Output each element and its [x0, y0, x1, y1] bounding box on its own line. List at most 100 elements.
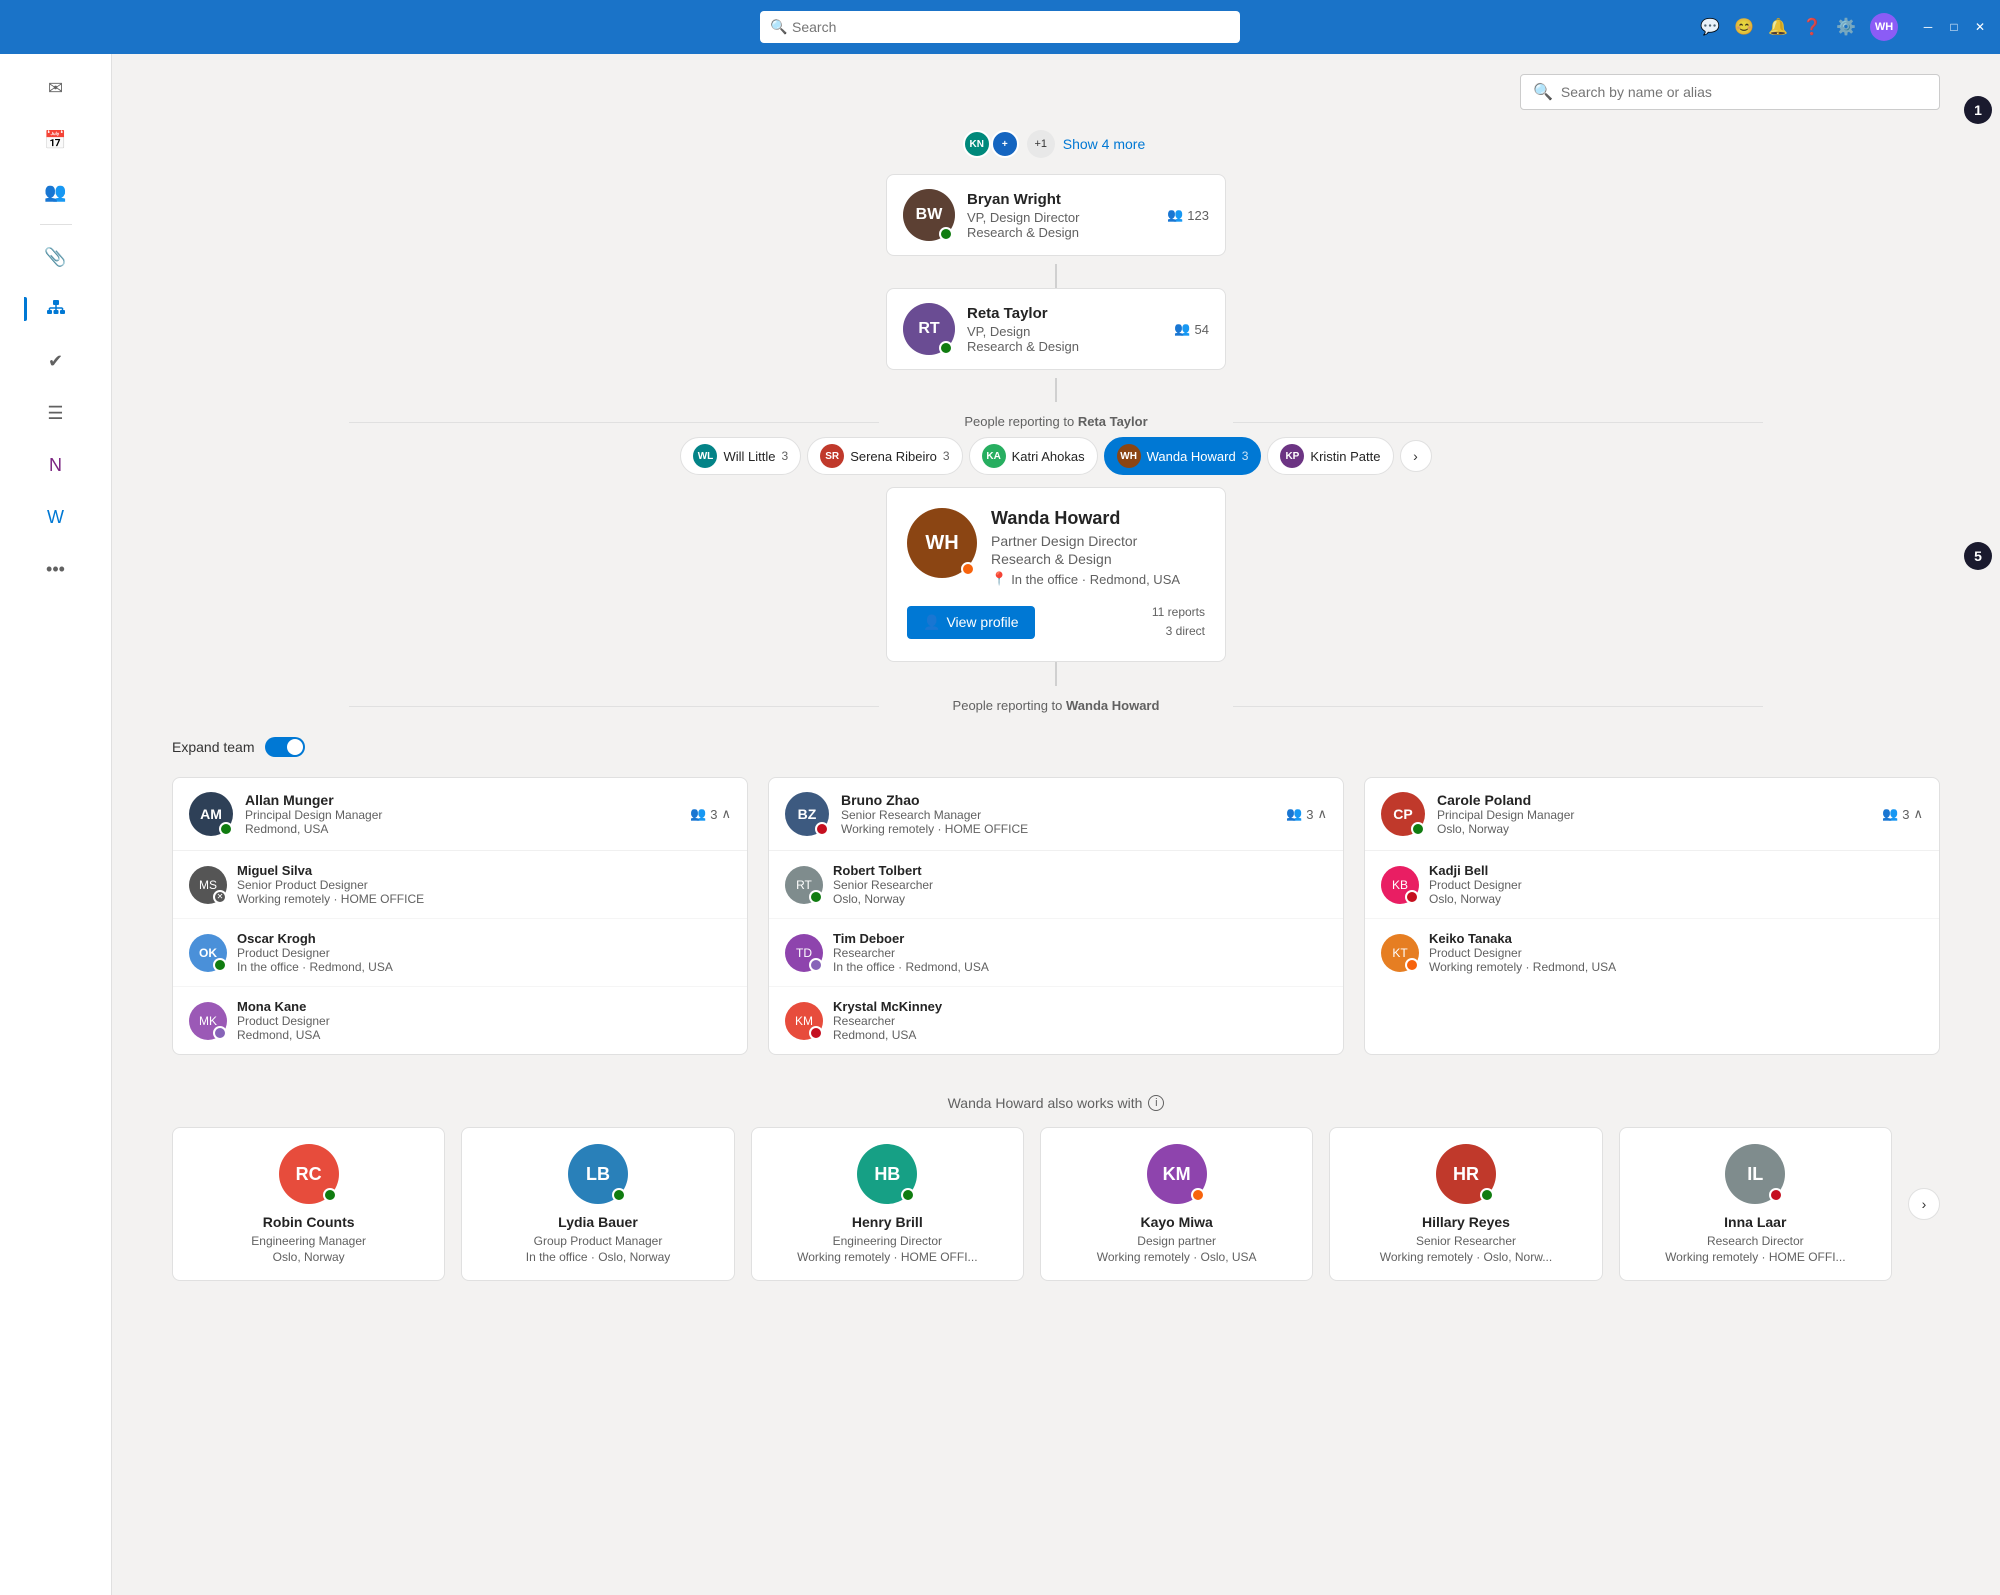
expand-icon-cp[interactable]: ∧ [1913, 806, 1923, 822]
lydia-name: Lydia Bauer [558, 1214, 638, 1230]
annotation-5: 5 [1964, 542, 1992, 570]
tab-will-little[interactable]: WL Will Little 3 [680, 437, 801, 475]
inna-name: Inna Laar [1724, 1214, 1786, 1230]
lydia-location: In the office · Oslo, Norway [526, 1250, 671, 1264]
bruno-zhao-title: Senior Research Manager [841, 808, 1274, 822]
also-works-label: Wanda Howard also works with i [172, 1095, 1940, 1111]
mona-avatar: MK [189, 1002, 227, 1040]
view-profile-button[interactable]: 👤 View profile [907, 606, 1035, 639]
maximize-button[interactable]: □ [1946, 19, 1962, 35]
sidebar-item-org[interactable] [32, 285, 80, 333]
team-member-krystal[interactable]: KM Krystal McKinney Researcher Redmond, … [769, 987, 1343, 1054]
title-bar-icons: 💬 😊 🔔 ❓ ⚙️ WH ─ □ ✕ [1700, 13, 1988, 41]
oscar-status [213, 958, 227, 972]
lydia-title: Group Product Manager [534, 1234, 663, 1248]
wanda-howard-card: WH Wanda Howard Partner Design Director … [886, 487, 1226, 662]
avatar-kn: KN [963, 130, 991, 158]
tim-avatar: TD [785, 934, 823, 972]
tab-serena-ribeiro[interactable]: SR Serena Ribeiro 3 [807, 437, 962, 475]
lydia-status [612, 1188, 626, 1202]
sidebar-item-mail[interactable]: ✉ [32, 64, 80, 112]
expand-icon-bz[interactable]: ∧ [1317, 806, 1327, 822]
info-icon[interactable]: i [1148, 1095, 1164, 1111]
search-input[interactable] [1561, 84, 1927, 100]
bryan-wright-avatar: BW [903, 189, 955, 241]
show-more-badge: +1 [1027, 130, 1055, 158]
bell-icon[interactable]: 🔔 [1768, 17, 1788, 37]
reta-status [939, 341, 953, 355]
team-member-kadji[interactable]: KB Kadji Bell Product Designer Oslo, Nor… [1365, 851, 1939, 919]
wanda-tab-avatar: WH [1117, 444, 1141, 468]
oscar-avatar: OK [189, 934, 227, 972]
katri-tab-avatar: KA [982, 444, 1006, 468]
sidebar-item-office[interactable]: W [32, 493, 80, 541]
wanda-avatar: WH [907, 508, 977, 578]
top-search-bar[interactable]: 🔍 [1520, 74, 1940, 110]
sidebar-item-attach[interactable]: 📎 [32, 233, 80, 281]
reta-taylor-card[interactable]: RT Reta Taylor VP, Design Research & Des… [886, 288, 1226, 370]
works-with-kayo[interactable]: KM Kayo Miwa Design partner Working remo… [1040, 1127, 1313, 1281]
allan-status [219, 822, 233, 836]
tab-wanda-howard[interactable]: WH Wanda Howard 3 [1104, 437, 1262, 475]
team-col-0-header[interactable]: AM Allan Munger Principal Design Manager… [173, 778, 747, 851]
expand-team-row: Expand team [172, 737, 305, 757]
works-with-robin[interactable]: RC Robin Counts Engineering Manager Oslo… [172, 1127, 445, 1281]
peer-tabs-next-button[interactable]: › [1400, 440, 1432, 472]
team-member-miguel[interactable]: MS ✕ Miguel Silva Senior Product Designe… [173, 851, 747, 919]
team-member-mona[interactable]: MK Mona Kane Product Designer Redmond, U… [173, 987, 747, 1054]
top-search-area: 🔍 [172, 74, 1940, 110]
krystal-avatar: KM [785, 1002, 823, 1040]
help-icon[interactable]: ❓ [1802, 17, 1822, 37]
org-chart-area: KN + +1 Show 4 more BW Bryan Wright VP, … [172, 130, 1940, 1281]
team-member-tim[interactable]: TD Tim Deboer Researcher In the office ·… [769, 919, 1343, 987]
sidebar-item-list[interactable]: ☰ [32, 389, 80, 437]
team-member-oscar[interactable]: OK Oscar Krogh Product Designer In the o… [173, 919, 747, 987]
connector-2 [1055, 378, 1057, 402]
works-with-henry[interactable]: HB Henry Brill Engineering Director Work… [751, 1127, 1024, 1281]
wanda-name: Wanda Howard [991, 508, 1205, 529]
team-col-2-header[interactable]: CP Carole Poland Principal Design Manage… [1365, 778, 1939, 851]
sidebar-item-check[interactable]: ✔ [32, 337, 80, 385]
team-member-robert[interactable]: RT Robert Tolbert Senior Researcher Oslo… [769, 851, 1343, 919]
expand-icon-am[interactable]: ∧ [721, 806, 731, 822]
sidebar-item-calendar[interactable]: 📅 [32, 116, 80, 164]
mona-info: Mona Kane Product Designer Redmond, USA [237, 999, 731, 1042]
mona-status [213, 1026, 227, 1040]
reporting-to-reta-label: People reporting to Reta Taylor [172, 414, 1940, 429]
sidebar-item-more[interactable]: ••• [32, 545, 80, 593]
works-with-inna[interactable]: IL Inna Laar Research Director Working r… [1619, 1127, 1892, 1281]
reta-taylor-count: 👥 54 [1174, 321, 1209, 337]
works-with-next-button[interactable]: › [1908, 1188, 1940, 1220]
lydia-avatar: LB [568, 1144, 628, 1204]
bruno-status [815, 822, 829, 836]
chat-icon[interactable]: 💬 [1700, 17, 1720, 37]
sidebar-item-onenote[interactable]: N [32, 441, 80, 489]
works-with-lydia[interactable]: LB Lydia Bauer Group Product Manager In … [461, 1127, 734, 1281]
tab-katri-ahokas[interactable]: KA Katri Ahokas [969, 437, 1098, 475]
expand-team-toggle[interactable] [265, 737, 305, 757]
kayo-status [1191, 1188, 1205, 1202]
inna-status [1769, 1188, 1783, 1202]
works-with-hillary[interactable]: HR Hillary Reyes Senior Researcher Worki… [1329, 1127, 1602, 1281]
title-bar-search-input[interactable] [760, 11, 1240, 43]
henry-avatar: HB [857, 1144, 917, 1204]
activity-icon[interactable]: 😊 [1734, 17, 1754, 37]
team-member-keiko[interactable]: KT Keiko Tanaka Product Designer Working… [1365, 919, 1939, 986]
annotation-1: 1 [1964, 96, 1992, 124]
minimize-button[interactable]: ─ [1920, 19, 1936, 35]
miguel-info: Miguel Silva Senior Product Designer Wor… [237, 863, 731, 906]
location-icon: 📍 [991, 571, 1007, 587]
team-col-1-header[interactable]: BZ Bruno Zhao Senior Research Manager Wo… [769, 778, 1343, 851]
allan-munger-count: 👥 3 ∧ [690, 806, 731, 822]
show-more-link[interactable]: Show 4 more [1063, 136, 1145, 152]
user-avatar[interactable]: WH [1870, 13, 1898, 41]
settings-icon[interactable]: ⚙️ [1836, 17, 1856, 37]
bryan-wright-card[interactable]: BW Bryan Wright VP, Design Director Rese… [886, 174, 1226, 256]
sidebar-item-people[interactable]: 👥 [32, 168, 80, 216]
bryan-wright-name: Bryan Wright [967, 191, 1155, 208]
title-bar: 🔍 💬 😊 🔔 ❓ ⚙️ WH ─ □ ✕ [0, 0, 2000, 54]
allan-munger-location: Redmond, USA [245, 822, 678, 836]
close-button[interactable]: ✕ [1972, 19, 1988, 35]
robert-avatar: RT [785, 866, 823, 904]
tab-kristin-patte[interactable]: KP Kristin Patte [1267, 437, 1393, 475]
